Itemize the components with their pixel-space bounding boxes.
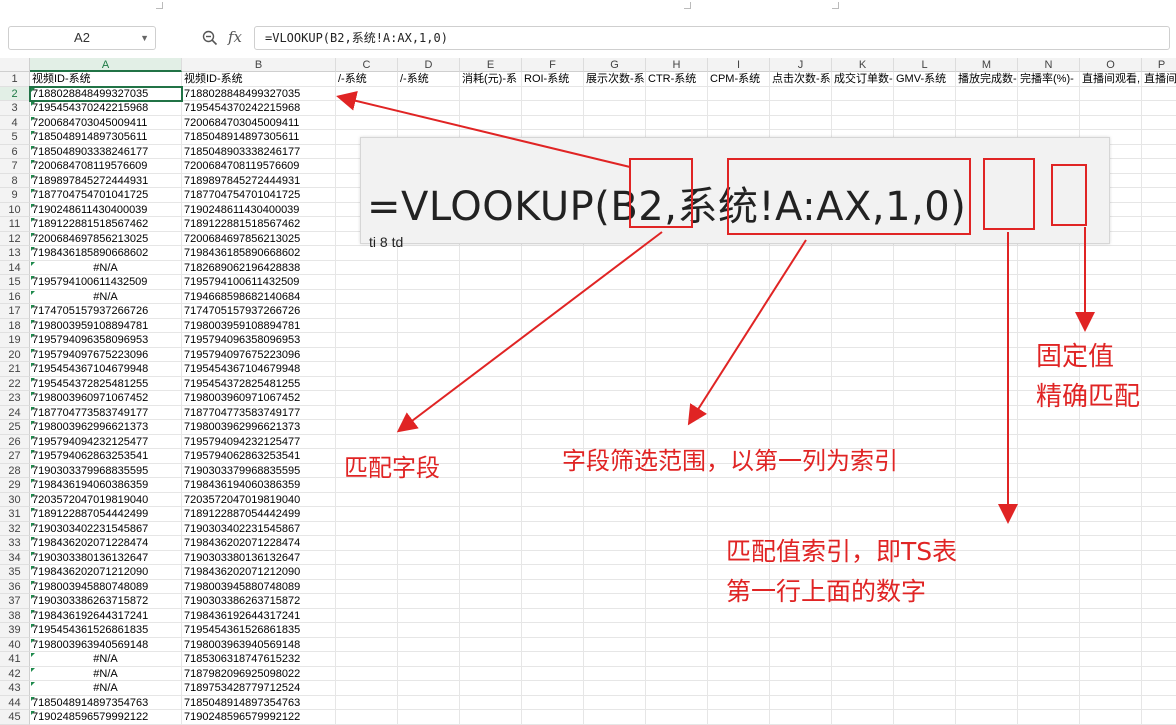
cell-b[interactable]: 7190248596579992122 [182,710,336,725]
cell-b[interactable]: 7185048914897354763 [182,695,336,710]
arrow-to-range [687,239,807,426]
empty-cell[interactable] [832,695,894,710]
note-range: 字段筛选范围，以第一列为索引 [562,447,898,475]
note-fixed-line2: 精确匹配 [1036,382,1141,412]
empty-cell[interactable] [1142,710,1176,725]
note-index-line1: 匹配值索引，即TS表 [726,537,958,566]
empty-cell[interactable] [460,695,522,710]
empty-cell[interactable] [460,710,522,725]
empty-cell[interactable] [1080,710,1142,725]
empty-cell[interactable] [1018,710,1080,725]
empty-cell[interactable] [646,695,708,710]
arrow-to-b2-cell [336,91,631,168]
empty-cell[interactable] [956,710,1018,725]
empty-cell[interactable] [770,695,832,710]
empty-cell[interactable] [832,710,894,725]
note-fixed-line1: 固定值 [1036,342,1115,372]
empty-cell[interactable] [1080,695,1142,710]
empty-cell[interactable] [894,710,956,725]
arrow-to-match-field [396,231,663,433]
empty-cell[interactable] [398,710,460,725]
empty-cell[interactable] [336,695,398,710]
empty-cell[interactable] [894,695,956,710]
empty-cell[interactable] [956,695,1018,710]
cell-a[interactable]: 7190248596579992122 [30,710,182,725]
cell-a[interactable]: 7185048914897354763 [30,695,182,710]
empty-cell[interactable] [584,695,646,710]
error-indicator-icon [31,711,35,715]
note-index-line2: 第一行上面的数字 [726,577,927,606]
note-match-field: 匹配字段 [344,454,440,482]
empty-cell[interactable] [708,710,770,725]
error-indicator-icon [31,696,35,701]
empty-cell[interactable] [770,710,832,725]
empty-cell[interactable] [522,695,584,710]
empty-cell[interactable] [584,710,646,725]
empty-cell[interactable] [1142,696,1176,710]
annotation-arrows [336,91,1095,524]
empty-cell[interactable] [646,710,708,725]
empty-cell[interactable] [522,710,584,725]
empty-cell[interactable] [1018,695,1080,710]
empty-cell[interactable] [708,695,770,710]
row-header[interactable]: 45 [0,710,30,725]
row-header[interactable]: 44 [0,695,30,710]
empty-cell[interactable] [336,710,398,725]
empty-cell[interactable] [398,695,460,710]
